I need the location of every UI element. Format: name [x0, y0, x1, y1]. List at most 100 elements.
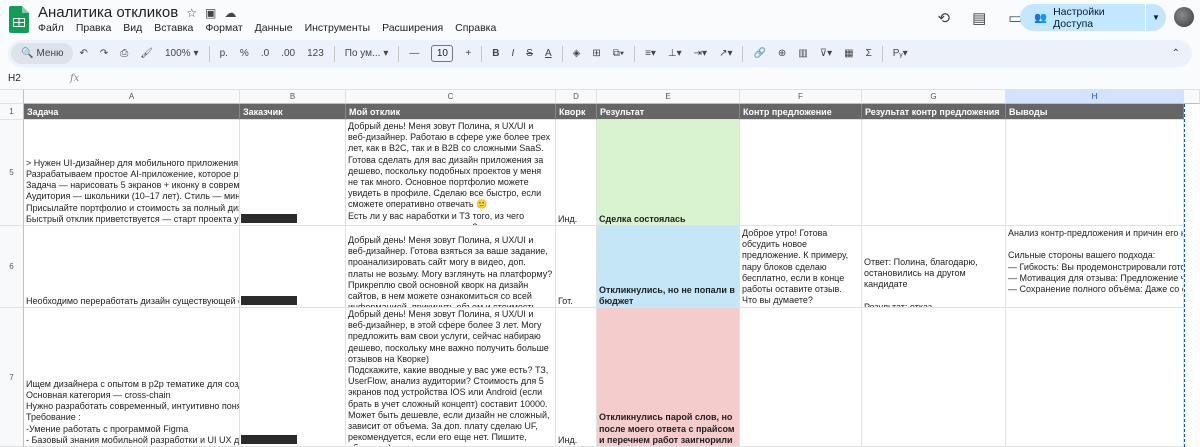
menu-insert[interactable]: Вставка: [154, 22, 193, 34]
response-cell[interactable]: Добрый день! Меня зовут Полина, я UX/UI …: [346, 120, 556, 226]
strikethrough-button[interactable]: S: [520, 48, 539, 59]
sheets-logo-icon[interactable]: [9, 6, 29, 33]
filter-icon[interactable]: ⊽▾: [814, 48, 838, 59]
font-size-increase-icon[interactable]: +: [459, 48, 477, 59]
row-header[interactable]: 1: [0, 104, 24, 120]
column-header-a[interactable]: A: [24, 90, 240, 104]
number-format-button[interactable]: 123: [301, 48, 330, 59]
insert-chart-icon[interactable]: ▥: [792, 48, 813, 59]
result-cell[interactable]: Откликнулись, но не попали в бюджет: [597, 226, 740, 308]
cloud-status-icon[interactable]: ☁: [224, 6, 236, 20]
text-color-button[interactable]: A: [539, 48, 558, 59]
header-cell-task[interactable]: Задача: [24, 104, 240, 120]
header-cell-counter-offer[interactable]: Контр предложение: [740, 104, 862, 120]
vertical-align-icon[interactable]: ⊥▾: [662, 48, 688, 59]
counter-offer-cell[interactable]: Доброе утро! Готова обсудить новое предл…: [740, 226, 862, 308]
conclusions-cell[interactable]: Анализ контр-предложения и причин его не…: [1006, 226, 1184, 308]
avatar[interactable]: [1174, 7, 1194, 27]
client-cell[interactable]: [240, 308, 346, 447]
menu-tools[interactable]: Инструменты: [305, 22, 370, 34]
fill-color-icon[interactable]: ◈: [567, 48, 587, 59]
text-rotation-icon[interactable]: ↗▾: [713, 48, 738, 59]
result-cell[interactable]: Сделка состоялась: [597, 120, 740, 226]
borders-icon[interactable]: ⊞: [586, 48, 606, 59]
conclusions-cell[interactable]: [1006, 120, 1184, 226]
name-box[interactable]: H2: [0, 73, 70, 84]
menu-format[interactable]: Формат: [205, 22, 242, 34]
insert-comment-icon[interactable]: ⊕: [772, 48, 792, 59]
column-header-d[interactable]: D: [556, 90, 597, 104]
menu-file[interactable]: Файл: [38, 22, 64, 34]
menu-extensions[interactable]: Расширения: [382, 22, 443, 34]
kwork-cell[interactable]: Инд.: [556, 308, 597, 447]
font-size-decrease-icon[interactable]: —: [403, 48, 425, 59]
italic-button[interactable]: I: [506, 48, 521, 59]
paint-format-icon[interactable]: 🖌: [134, 48, 159, 59]
kwork-cell[interactable]: Инд.: [556, 120, 597, 226]
zoom-select[interactable]: 100% ▾: [159, 48, 205, 59]
menu-data[interactable]: Данные: [255, 22, 293, 34]
header-cell-response[interactable]: Мой отклик: [346, 104, 556, 120]
move-folder-icon[interactable]: ▣: [205, 6, 216, 20]
kwork-cell[interactable]: Гот.: [556, 226, 597, 308]
redo-icon[interactable]: ↷: [94, 48, 114, 59]
column-header-next[interactable]: [1184, 90, 1200, 104]
insert-link-icon[interactable]: 🔗: [747, 48, 771, 59]
client-cell[interactable]: [240, 226, 346, 308]
history-icon[interactable]: ⟲: [938, 9, 951, 27]
counter-offer-cell[interactable]: [740, 308, 862, 447]
conclusions-cell[interactable]: [1006, 308, 1184, 447]
header-cell-result[interactable]: Результат: [597, 104, 740, 120]
comments-icon[interactable]: ▤: [972, 9, 986, 27]
menu-view[interactable]: Вид: [123, 22, 142, 34]
column-header-c[interactable]: C: [346, 90, 556, 104]
font-size-input[interactable]: 10: [431, 45, 454, 62]
collapse-toolbar-icon[interactable]: ⌃: [1166, 48, 1192, 59]
star-icon[interactable]: ☆: [186, 6, 197, 20]
currency-format-button[interactable]: р.: [214, 48, 234, 59]
row-header[interactable]: 6: [0, 226, 24, 308]
task-cell[interactable]: > Нужен UI-дизайнер для мобильного прило…: [24, 120, 240, 226]
task-cell[interactable]: Необходимо переработать дизайн существую…: [24, 226, 240, 308]
increase-decimal-button[interactable]: .00: [275, 48, 301, 59]
column-header-f[interactable]: F: [740, 90, 862, 104]
header-cell-counter-result[interactable]: Результат контр предложения: [862, 104, 1006, 120]
row-header[interactable]: 7: [0, 308, 24, 447]
counter-result-cell[interactable]: [862, 308, 1006, 447]
undo-icon[interactable]: ↶: [73, 48, 93, 59]
share-dropdown-icon[interactable]: ▼: [1146, 13, 1166, 22]
column-header-h[interactable]: H: [1006, 90, 1184, 104]
percent-format-button[interactable]: %: [234, 48, 255, 59]
menu-edit[interactable]: Правка: [76, 22, 111, 34]
column-header-b[interactable]: B: [240, 90, 346, 104]
document-title[interactable]: Аналитика откликов: [38, 4, 178, 21]
decrease-decimal-button[interactable]: .0: [255, 48, 275, 59]
horizontal-align-icon[interactable]: ≡▾: [639, 48, 662, 59]
column-header-g[interactable]: G: [862, 90, 1006, 104]
bold-button[interactable]: B: [486, 48, 505, 59]
text-wrap-icon[interactable]: ⇥▾: [688, 48, 713, 59]
filter-views-icon[interactable]: ▦: [838, 48, 859, 59]
counter-result-cell[interactable]: [862, 120, 1006, 226]
response-cell[interactable]: Добрый день! Меня зовут Полина, я UX/UI …: [346, 226, 556, 308]
select-all-corner[interactable]: [0, 90, 24, 104]
header-cell-conclusions[interactable]: Выводы: [1006, 104, 1184, 120]
row-header[interactable]: 5: [0, 120, 24, 226]
counter-result-cell[interactable]: Ответ: Полина, благодарю, остановились н…: [862, 226, 1006, 308]
input-tools-icon[interactable]: Pᵧ▾: [887, 48, 914, 59]
merge-cells-icon[interactable]: ⧉▾: [607, 48, 630, 59]
menu-search[interactable]: 🔍 Меню: [11, 43, 74, 64]
share-button[interactable]: 👥 Настройки Доступа ▼: [1020, 4, 1166, 31]
client-cell[interactable]: [240, 120, 346, 226]
task-cell[interactable]: Ищем дизайнера с опытом в p2p тематике д…: [24, 308, 240, 447]
column-header-e[interactable]: E: [597, 90, 740, 104]
header-cell-kwork[interactable]: Кворк: [556, 104, 597, 120]
print-icon[interactable]: ⎙: [114, 48, 134, 59]
menu-help[interactable]: Справка: [455, 22, 496, 34]
font-select[interactable]: По ум... ▾: [339, 48, 395, 59]
functions-icon[interactable]: Σ: [860, 48, 878, 59]
header-cell-client[interactable]: Заказчик: [240, 104, 346, 120]
counter-offer-cell[interactable]: [740, 120, 862, 226]
response-cell[interactable]: Добрый день! Меня зовут Полина, я UX/UI …: [346, 308, 556, 447]
result-cell[interactable]: Откликнулись парой слов, но после моего …: [597, 308, 740, 447]
